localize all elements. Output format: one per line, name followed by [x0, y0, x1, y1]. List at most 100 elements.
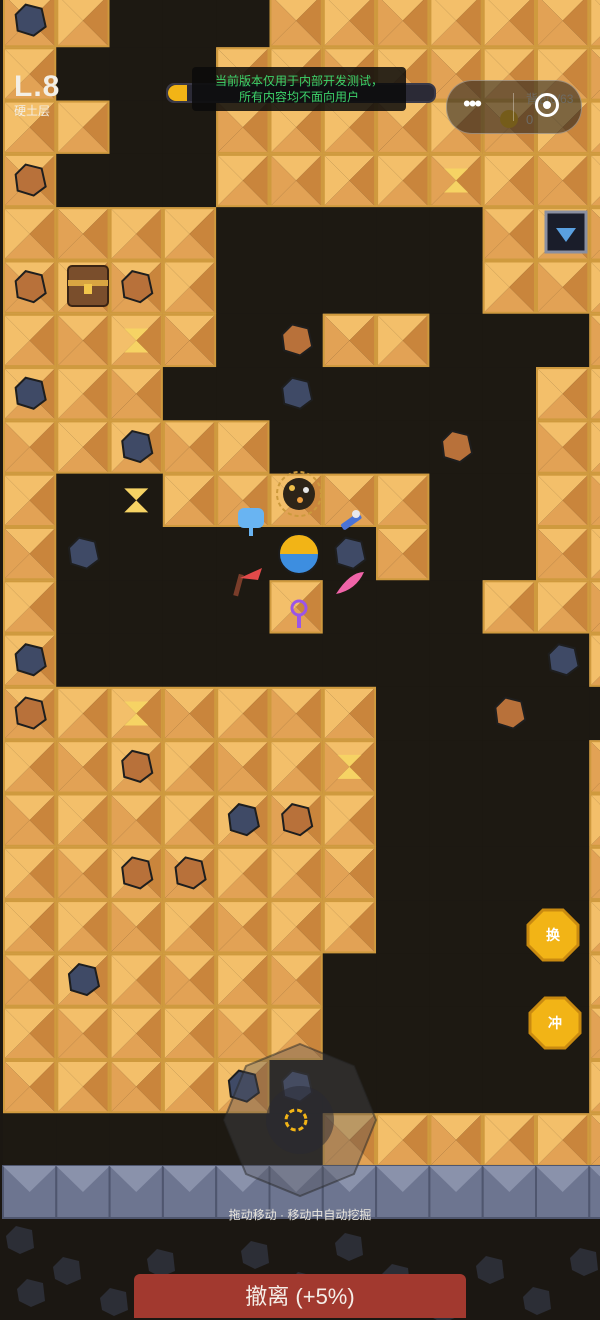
copper-ore-icon — [121, 270, 154, 304]
tunnel-tile — [216, 633, 270, 687]
tunnel-tile — [162, 580, 217, 634]
tunnel-tile — [109, 47, 163, 101]
stone-ore-icon — [67, 536, 101, 570]
dirt-tile — [589, 47, 600, 101]
dirt-tile — [322, 793, 377, 847]
dirt-tile — [216, 100, 270, 154]
tunnel-tile — [376, 1006, 430, 1060]
dirt-tile — [56, 686, 110, 741]
treasure-chest-icon[interactable] — [67, 265, 109, 307]
rubble-rock — [17, 1279, 45, 1307]
record-icon[interactable] — [535, 93, 559, 117]
tunnel-tile — [56, 47, 110, 101]
rubble-rock — [147, 1249, 175, 1277]
tunnel-tile — [216, 580, 270, 634]
dirt-tile — [3, 473, 57, 528]
tunnel-tile — [429, 846, 483, 901]
tunnel-tile — [109, 580, 163, 634]
tunnel-tile — [482, 633, 536, 687]
tunnel-tile — [429, 633, 483, 687]
copper-ore-icon — [440, 429, 474, 464]
tunnel-tile — [162, 47, 217, 101]
tunnel-tile — [482, 846, 536, 901]
dirt-tile — [589, 0, 600, 48]
tunnel-tile — [162, 1113, 217, 1167]
dirt-tile — [162, 740, 217, 794]
tunnel-tile — [376, 1060, 430, 1114]
dirt-tile — [589, 527, 600, 581]
tunnel-tile — [429, 793, 483, 847]
dirt-tile — [216, 846, 270, 901]
tunnel-tile — [162, 153, 217, 208]
dirt-tile — [376, 1113, 430, 1167]
tunnel-tile — [482, 740, 536, 794]
dirt-tile — [536, 473, 590, 528]
mine-field[interactable] — [0, 0, 600, 1320]
dirt-tile — [536, 420, 590, 474]
dirt-tile — [536, 153, 590, 208]
rubble-rock — [100, 1288, 128, 1316]
exit-button[interactable]: 撤离 (+5%) — [134, 1274, 466, 1318]
swap-button[interactable]: 换 — [526, 908, 580, 962]
dirt-tile — [376, 153, 430, 208]
tunnel-tile — [376, 420, 430, 474]
joystick[interactable] — [222, 1042, 378, 1198]
tunnel-tile — [536, 740, 590, 794]
tunnel-tile — [322, 367, 377, 421]
tunnel-tile — [376, 740, 430, 794]
dirt-tile — [109, 313, 163, 368]
tunnel-tile — [162, 0, 217, 48]
dirt-tile — [162, 953, 217, 1007]
dirt-tile — [589, 100, 600, 154]
dirt-tile — [536, 0, 590, 48]
dirt-tile — [589, 313, 600, 368]
dirt-tile — [56, 207, 110, 261]
tunnel-tile — [269, 633, 323, 687]
dirt-tile — [322, 846, 377, 901]
stone-ore-icon — [227, 803, 260, 837]
dirt-tile — [322, 47, 377, 101]
tunnel-tile — [376, 900, 430, 954]
tunnel-tile — [376, 793, 430, 847]
tunnel-tile — [429, 260, 483, 314]
tunnel-tile — [536, 793, 590, 847]
dirt-tile — [589, 740, 600, 794]
tunnel-tile — [216, 527, 270, 581]
dirt-tile — [3, 953, 57, 1007]
dirt-tile — [56, 900, 110, 954]
control-hint: 拖动移动 · 移动中自动挖掘 — [228, 1208, 372, 1222]
dirt-tile — [109, 900, 163, 954]
descend-hatch-icon[interactable] — [544, 210, 588, 254]
tunnel-tile — [56, 633, 110, 687]
stone-ore-icon — [14, 643, 47, 677]
dirt-tile — [56, 100, 110, 154]
tunnel-tile — [429, 1060, 483, 1114]
dirt-tile — [162, 686, 217, 741]
rubble-rock — [6, 1226, 34, 1254]
more-dots-icon[interactable]: ••• — [463, 91, 482, 117]
dirt-tile — [216, 686, 270, 741]
stone-ore-icon — [547, 643, 580, 677]
dirt-tile — [536, 580, 590, 634]
dirt-tile — [56, 313, 110, 368]
tunnel-tile — [322, 953, 377, 1007]
tunnel-tile — [322, 633, 377, 687]
dirt-tile — [376, 47, 430, 101]
rubble-rock — [570, 1248, 598, 1276]
tunnel-tile — [482, 473, 536, 527]
dirt-tile — [216, 1006, 270, 1061]
copper-ore-icon — [494, 696, 527, 730]
dirt-tile — [589, 900, 600, 954]
tunnel-tile — [429, 367, 483, 421]
tunnel-tile — [429, 1006, 483, 1060]
tunnel-tile — [376, 367, 430, 421]
dirt-tile — [269, 580, 323, 634]
miniapp-capsule[interactable]: ••• — [446, 80, 582, 134]
dirt-tile — [3, 207, 57, 261]
tunnel-tile — [269, 420, 323, 474]
dash-button[interactable]: 冲 — [528, 996, 582, 1050]
dirt-tile — [56, 0, 110, 48]
dirt-tile — [109, 953, 163, 1007]
dirt-tile — [162, 313, 217, 368]
tunnel-tile — [109, 633, 163, 687]
